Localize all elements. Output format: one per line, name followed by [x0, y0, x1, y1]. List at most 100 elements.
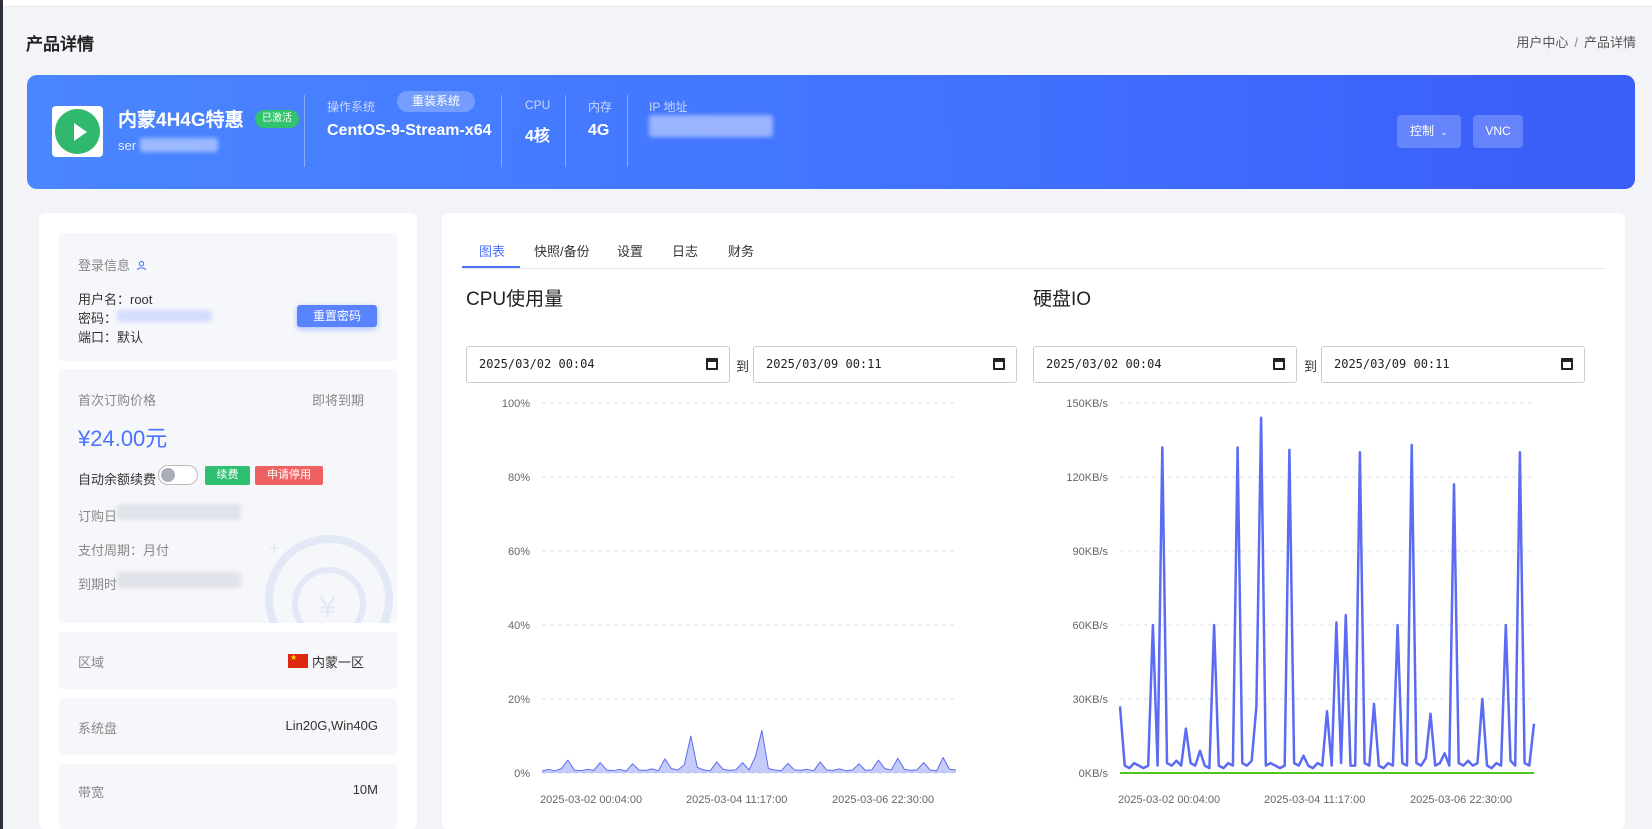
y-tick-label: 0% — [514, 768, 530, 780]
region-value: ★ 内蒙一区 — [288, 653, 365, 670]
control-label: 控制 — [1410, 124, 1435, 138]
port-text: 端口：默认 — [78, 330, 144, 345]
page-header: 产品详情 用户中心 / 产品详情 — [26, 28, 1636, 54]
cpu-end-date-input[interactable]: 2025/03/09 00:11 — [753, 346, 1017, 383]
divider — [627, 95, 628, 167]
memory-label: 内存 — [588, 100, 613, 114]
price-value: ¥24.00元 — [78, 426, 168, 451]
expiry-status: 即将到期 — [312, 393, 365, 408]
product-banner: 内蒙4H4G特惠 已激活 ser 操作系统 重装系统 CentOS-9-Stre… — [27, 75, 1635, 189]
top-strip — [0, 0, 1652, 7]
breadcrumb-separator: / — [1574, 35, 1578, 50]
tab-finance[interactable]: 财务 — [728, 241, 754, 260]
region-row: 区域 ★ 内蒙一区 — [59, 632, 397, 689]
cpu-to-label: 到 — [736, 359, 750, 374]
y-tick-label: 120KB/s — [1066, 472, 1108, 484]
first-price-label: 首次订购价格 — [78, 393, 157, 408]
control-dropdown-button[interactable]: 控制 ⌄ — [1397, 115, 1461, 148]
tab-charts[interactable]: 图表 — [479, 241, 505, 260]
svg-text:¥: ¥ — [318, 591, 336, 623]
billing-section: ¥ + 首次订购价格 即将到期 ¥24.00元 自动余额续费 续费 申请停用 订… — [59, 369, 397, 623]
cpu-label: CPU — [525, 98, 551, 112]
series-line — [1118, 416, 1536, 770]
renew-button[interactable]: 续费 — [205, 466, 250, 485]
ip-value-redacted — [649, 115, 773, 137]
series-line — [541, 729, 957, 772]
play-button[interactable] — [52, 106, 103, 157]
bandwidth-row: 带宽 10M — [59, 764, 397, 829]
tab-snapshots-backups[interactable]: 快照/备份 — [534, 241, 590, 260]
x-tick-label: 2025-03-06 22:30:00 — [1410, 794, 1512, 806]
x-tick-label: 2025-03-06 22:30:00 — [832, 794, 934, 806]
request-suspend-button[interactable]: 申请停用 — [255, 466, 323, 485]
x-tick-label: 2025-03-04 11:17:00 — [1264, 794, 1365, 806]
x-tick-label: 2025-03-04 11:17:00 — [686, 794, 787, 806]
product-name: 内蒙4H4G特惠 — [118, 110, 244, 131]
detail-tabs-panel: 图表 快照/备份 设置 日志 财务 CPU使用量 2025/03/02 00:0… — [442, 213, 1625, 829]
tab-logs[interactable]: 日志 — [672, 241, 698, 260]
calendar-icon — [993, 358, 1005, 370]
password-redacted — [117, 310, 212, 322]
x-tick-label: 2025-03-02 00:04:00 — [540, 794, 642, 806]
order-date-redacted — [117, 504, 241, 520]
tab-settings[interactable]: 设置 — [617, 241, 643, 260]
divider — [565, 95, 566, 167]
system-disk-value: Lin20G,Win40G — [285, 718, 379, 733]
breadcrumb: 用户中心 / 产品详情 — [1516, 32, 1636, 51]
active-tab-indicator — [462, 266, 520, 268]
calendar-icon — [706, 358, 718, 370]
memory-value: 4G — [588, 122, 610, 139]
cpu-chart-title: CPU使用量 — [466, 289, 564, 310]
y-tick-label: 60KB/s — [1073, 620, 1109, 632]
disk-to-label: 到 — [1304, 359, 1318, 374]
y-tick-label: 60% — [508, 546, 530, 558]
server-name: ser — [118, 138, 137, 153]
system-disk-row: 系统盘 Lin20G,Win40G — [59, 698, 397, 755]
os-label: 操作系统 — [327, 100, 376, 114]
login-info-section: 登录信息 用户名：root 密码： 端口：默认 重置密码 — [59, 233, 397, 361]
region-label: 区域 — [78, 655, 105, 670]
disk-chart-title: 硬盘IO — [1033, 289, 1092, 310]
window-left-edge — [0, 0, 3, 829]
coin-bag-icon: ¥ + — [265, 535, 393, 623]
login-info-heading: 登录信息 — [78, 255, 147, 274]
y-tick-label: 90KB/s — [1073, 546, 1109, 558]
product-info-panel: 登录信息 用户名：root 密码： 端口：默认 重置密码 ¥ + 首次订购价格 … — [39, 213, 417, 829]
y-tick-label: 100% — [502, 398, 530, 410]
china-flag-icon: ★ — [288, 653, 308, 668]
billing-cycle: 支付周期：月付 — [78, 543, 170, 558]
auto-renew-toggle[interactable] — [158, 465, 198, 485]
y-tick-label: 20% — [508, 694, 530, 706]
cpu-start-date-input[interactable]: 2025/03/02 00:04 — [466, 346, 730, 383]
breadcrumb-current: 产品详情 — [1583, 35, 1636, 50]
username-text: 用户名：root — [78, 292, 153, 307]
disk-io-chart: 0KB/s 30KB/s 60KB/s 90KB/s 120KB/s 150KB/s 202… — [1066, 398, 1536, 806]
calendar-icon — [1561, 358, 1573, 370]
x-tick-label: 2025-03-02 00:04:00 — [1118, 794, 1220, 806]
password-label: 密码： — [78, 311, 118, 326]
auto-renew-label: 自动余额续费 — [78, 472, 157, 487]
tab-bar: 图表 快照/备份 设置 日志 财务 — [462, 228, 1605, 269]
cpu-value: 4核 — [525, 128, 550, 145]
breadcrumb-home-link[interactable]: 用户中心 — [1516, 35, 1568, 50]
reset-password-button[interactable]: 重置密码 — [297, 305, 377, 327]
chevron-down-icon: ⌄ — [1440, 127, 1448, 137]
os-value: CentOS-9-Stream-x64 — [327, 122, 492, 139]
vnc-button[interactable]: VNC — [1473, 115, 1523, 148]
y-tick-label: 40% — [508, 620, 530, 632]
bandwidth-value: 10M — [352, 782, 378, 797]
y-tick-label: 80% — [508, 472, 530, 484]
y-tick-label: 150KB/s — [1066, 398, 1108, 410]
svg-text:+: + — [269, 538, 280, 558]
ip-label: IP 地址 — [649, 100, 688, 114]
bandwidth-label: 带宽 — [78, 785, 105, 800]
divider — [304, 95, 305, 167]
due-date-redacted — [117, 572, 241, 588]
disk-end-date-input[interactable]: 2025/03/09 00:11 — [1321, 346, 1585, 383]
reinstall-os-button[interactable]: 重装系统 — [397, 91, 476, 112]
system-disk-label: 系统盘 — [78, 721, 118, 736]
disk-start-date-input[interactable]: 2025/03/02 00:04 — [1033, 346, 1297, 383]
calendar-icon — [1273, 358, 1285, 370]
due-date-label: 到期时 — [78, 577, 118, 592]
page-title: 产品详情 — [26, 35, 94, 54]
